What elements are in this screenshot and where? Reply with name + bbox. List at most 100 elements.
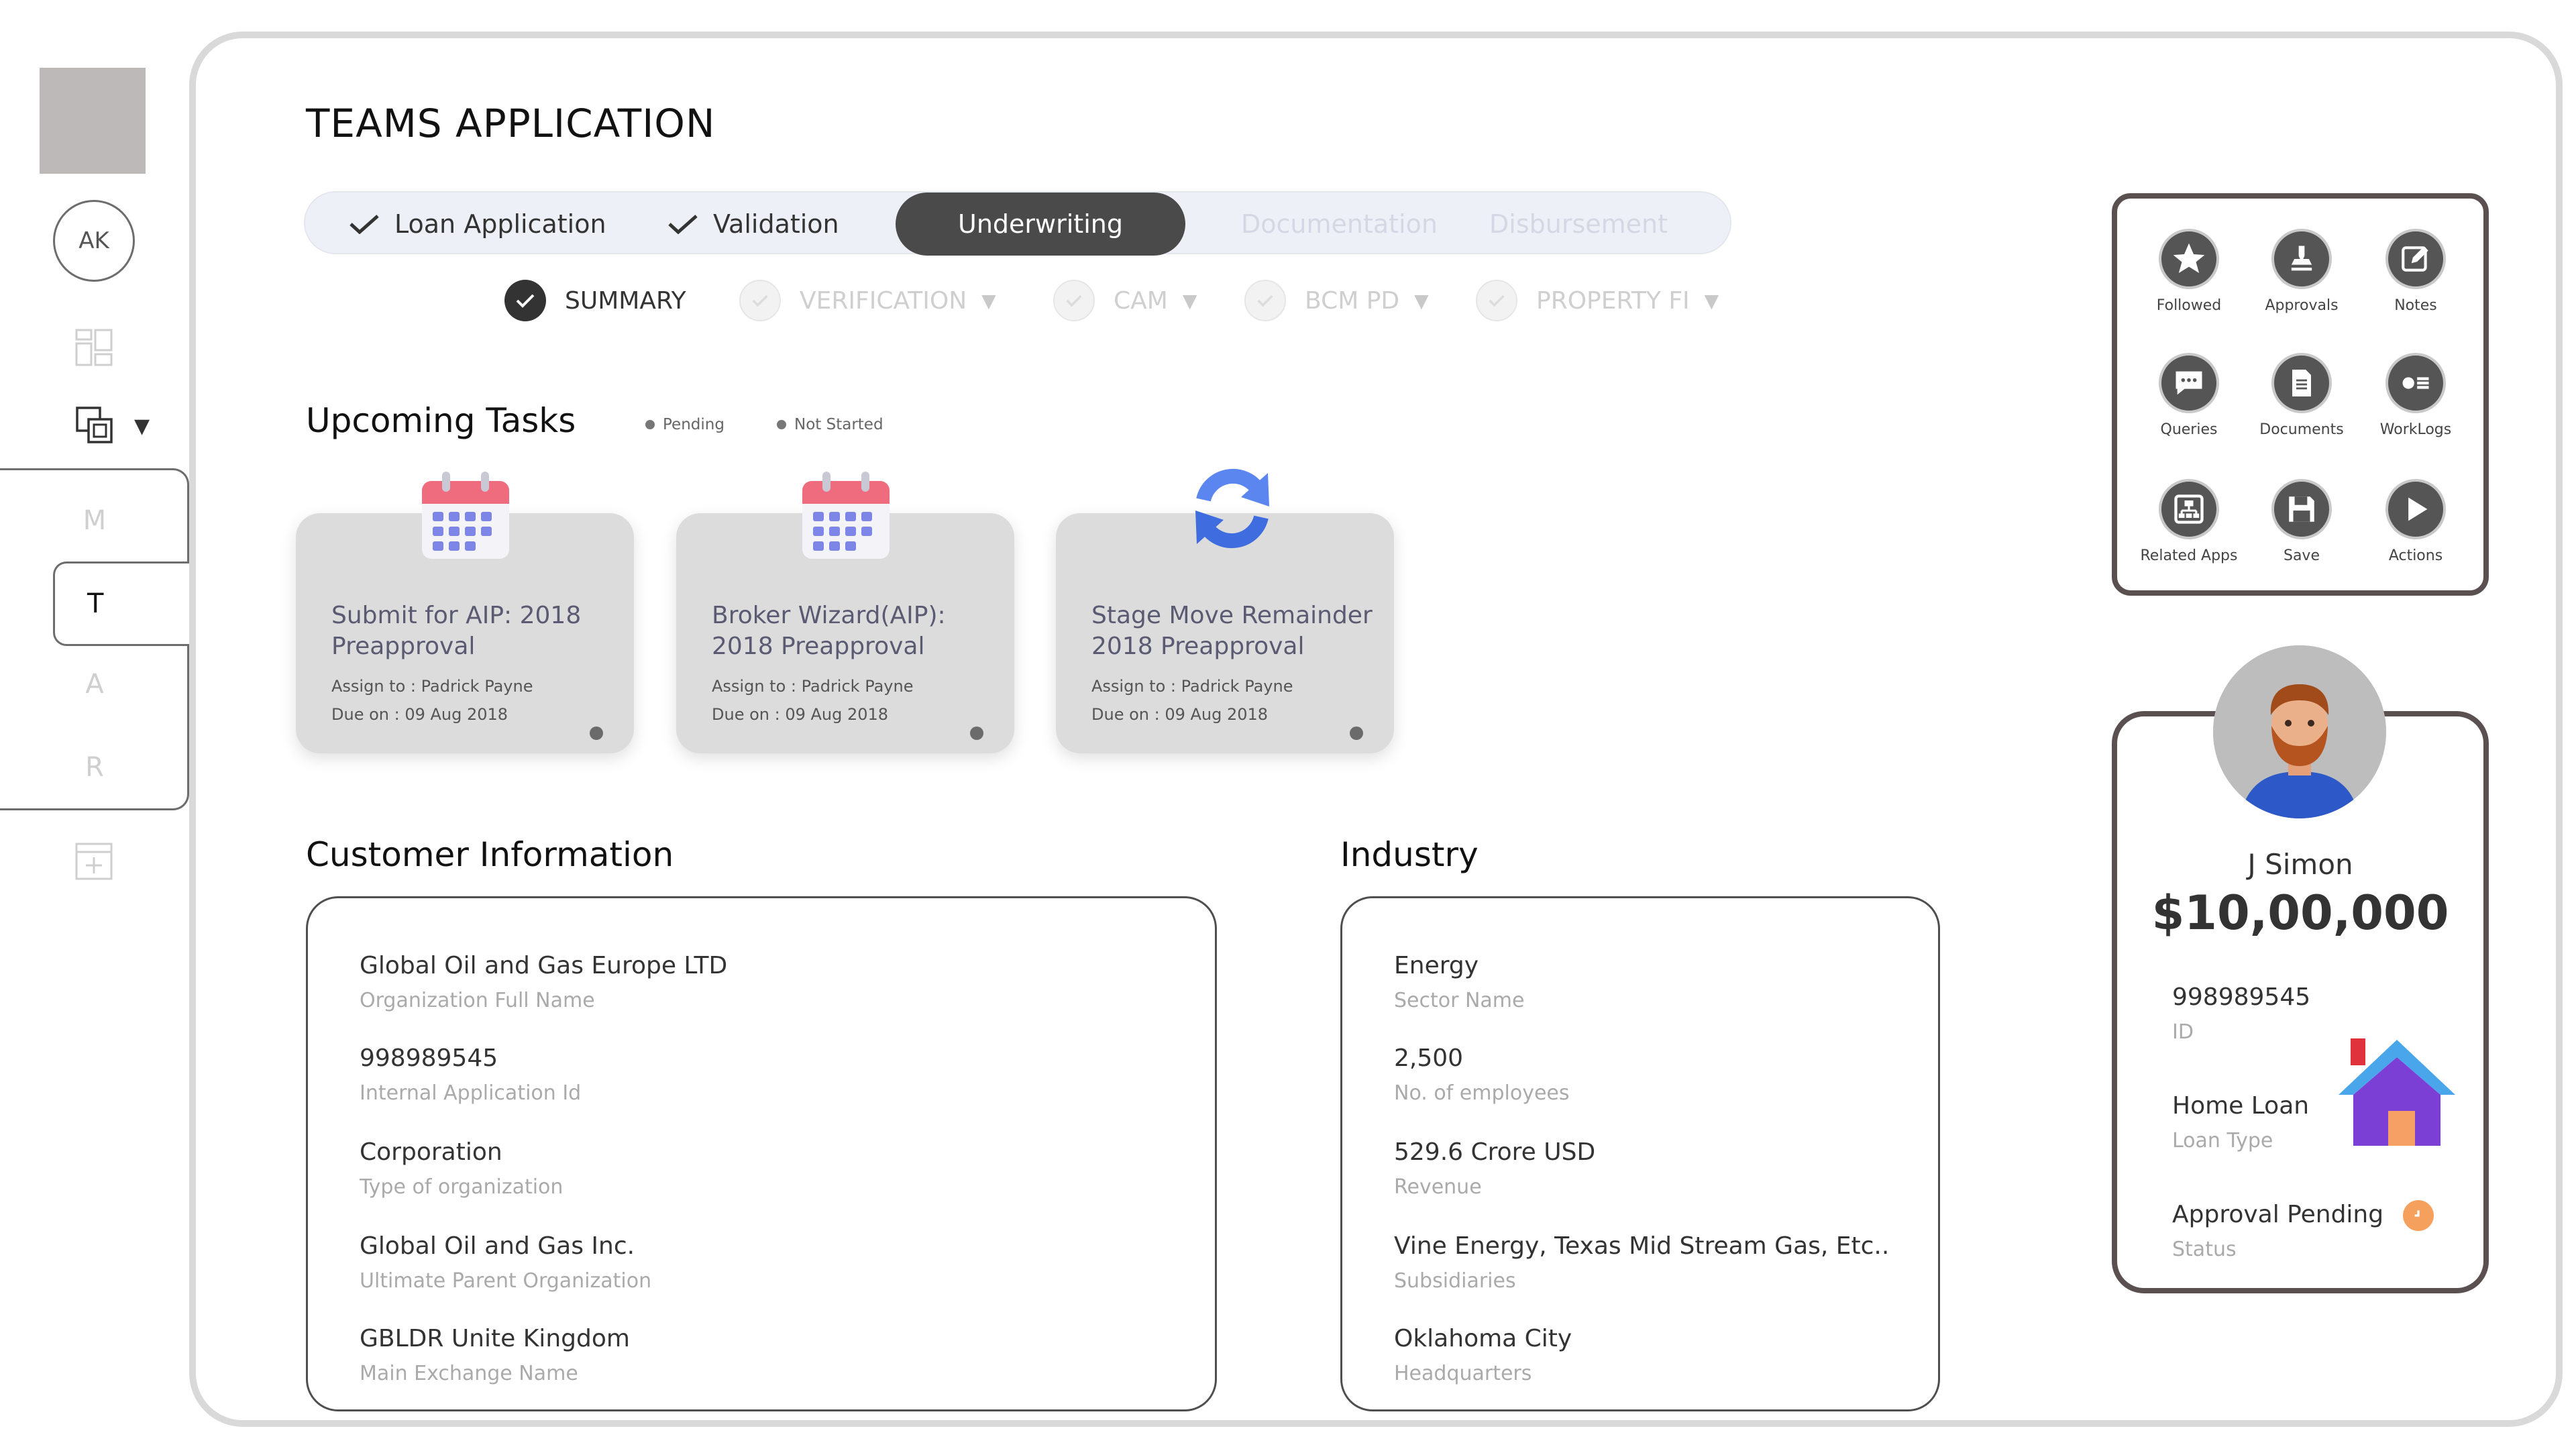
field-value: Global Oil and Gas Europe LTD [360,952,728,979]
legend-label: Not Started [794,416,883,433]
legend-not-started: Not Started [777,416,883,433]
chevron-down-icon[interactable]: ▼ [981,290,996,312]
status-dot-icon [1350,727,1363,740]
step-label: Disbursement [1489,209,1668,239]
substep-verification[interactable]: VERIFICATION ▼ [739,279,996,322]
substep-cam[interactable]: CAM ▼ [1053,279,1197,322]
chevron-down-icon[interactable]: ▼ [1705,290,1719,312]
profile-field-status: Approval Pending Status [2172,1201,2383,1261]
substep-label: CAM [1114,286,1168,315]
task-assignee: Assign to : Padrick Payne [331,677,533,696]
substep-bcm-pd[interactable]: BCM PD ▼ [1244,279,1429,322]
rail-letter-r[interactable]: R [0,752,189,783]
substep-label: BCM PD [1305,286,1400,315]
customer-info-title: Customer Information [306,835,674,874]
check-circle-icon [1053,280,1095,321]
info-field: 529.6 Crore USD Revenue [1394,1138,1595,1199]
field-value: Global Oil and Gas Inc. [360,1232,635,1260]
chevron-down-icon[interactable]: ▼ [1183,290,1197,312]
field-label: Status [2172,1238,2237,1261]
rail-letter-a[interactable]: A [0,669,189,700]
field-value: 529.6 Crore USD [1394,1138,1596,1166]
actions-button[interactable]: Actions [2359,479,2473,564]
action-label: Actions [2388,547,2443,564]
person-avatar-icon [2213,645,2386,818]
industry-card: Energy Sector Name 2,500 No. of employee… [1340,896,1940,1411]
clock-icon [2403,1200,2434,1231]
chevron-down-icon[interactable]: ▼ [134,415,150,438]
play-icon [2385,479,2446,539]
save-icon [2271,479,2332,539]
legend-pending: Pending [645,416,724,433]
task-assignee: Assign to : Padrick Payne [1091,677,1293,696]
loan-amount: $10,00,000 [2151,885,2449,941]
step-disbursement[interactable]: Disbursement [1489,193,1668,256]
field-label: Ultimate Parent Organization [360,1269,652,1293]
step-label: Underwriting [958,209,1123,239]
rail-letter-t[interactable]: T [53,561,191,646]
field-value: Vine Energy, Texas Mid Stream Gas, Etc.. [1394,1232,1890,1260]
hierarchy-icon [2159,479,2219,539]
dashboard-icon[interactable] [75,329,113,366]
step-label: Documentation [1241,209,1438,239]
action-label: Queries [2160,421,2218,438]
legend-label: Pending [663,416,724,433]
industry-title: Industry [1340,835,1479,874]
task-card[interactable]: Submit for AIP: 2018 Preapproval Assign … [296,472,634,753]
rail-letter-m[interactable]: M [0,505,189,536]
field-label: Headquarters [1394,1362,1532,1385]
action-label: WorkLogs [2379,421,2452,438]
task-card[interactable]: Broker Wizard(AIP): 2018 Preapproval Ass… [676,472,1014,753]
field-label: No. of employees [1394,1081,1570,1105]
worklog-icon [2385,353,2446,413]
notes-button[interactable]: Notes [2359,229,2473,314]
document-icon [2271,353,2332,413]
substep-property-fi[interactable]: PROPERTY FI ▼ [1476,279,1719,322]
save-button[interactable]: Save [2245,479,2359,564]
followed-button[interactable]: Followed [2132,229,2246,314]
field-label: Sector Name [1394,989,1525,1012]
chevron-down-icon[interactable]: ▼ [1414,290,1429,312]
note-edit-icon [2385,229,2446,289]
step-loan-application[interactable]: Loan Application [349,193,606,256]
action-label: Related Apps [2140,547,2238,564]
field-value: 998989545 [2172,983,2311,1011]
pending-dot-icon [645,420,655,429]
check-icon [350,215,379,234]
step-validation[interactable]: Validation [667,193,839,256]
step-documentation[interactable]: Documentation [1241,193,1438,256]
field-label: Type of organization [360,1175,564,1199]
field-label: Organization Full Name [360,989,595,1012]
field-value: Energy [1394,952,1479,979]
task-card[interactable]: Stage Move Remainder 2018 Preapproval As… [1056,468,1394,753]
step-underwriting[interactable]: Underwriting [896,193,1185,256]
calendar-icon [802,472,890,559]
step-label: Validation [713,209,839,239]
worklogs-button[interactable]: WorkLogs [2359,353,2473,438]
queries-button[interactable]: Queries [2132,353,2246,438]
info-field: 2,500 No. of employees [1394,1044,1570,1105]
task-title: Broker Wizard(AIP): 2018 Preapproval [712,602,946,660]
customer-avatar [2213,645,2386,818]
field-label: Main Exchange Name [360,1362,578,1385]
add-panel-icon[interactable] [75,843,113,880]
layers-icon[interactable] [75,406,114,445]
star-icon [2159,229,2219,289]
info-field: Energy Sector Name [1394,952,1525,1012]
related-apps-button[interactable]: Related Apps [2132,479,2246,564]
field-value: 998989545 [360,1044,498,1072]
substep-label: VERIFICATION [800,286,967,315]
app-logo [40,68,146,174]
field-value: Approval Pending [2172,1201,2384,1228]
substep-summary[interactable]: SUMMARY [504,279,686,322]
approvals-button[interactable]: Approvals [2245,229,2359,314]
documents-button[interactable]: Documents [2245,353,2359,438]
task-due-date: Due on : 09 Aug 2018 [331,705,508,724]
user-avatar[interactable]: AK [53,200,135,282]
field-label: Loan Type [2172,1129,2273,1152]
stage-stepper: Loan Application Validation Underwriting… [304,191,1731,256]
field-value: Oklahoma City [1394,1325,1572,1352]
stamp-icon [2271,229,2332,289]
upcoming-tasks-title: Upcoming Tasks [306,401,576,440]
action-label: Save [2283,547,2320,564]
